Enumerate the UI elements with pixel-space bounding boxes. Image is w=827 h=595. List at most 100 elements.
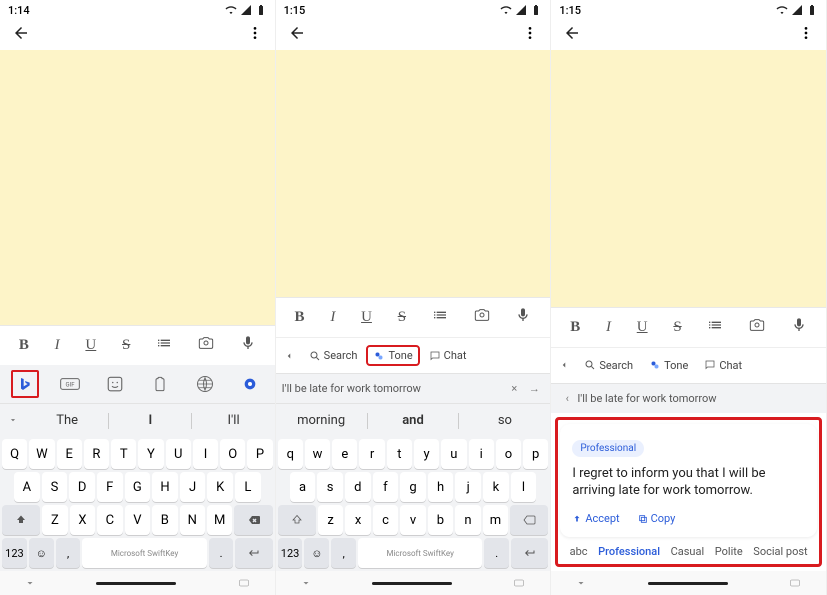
key-u[interactable]: u [441, 439, 466, 469]
key-q[interactable]: q [278, 439, 303, 469]
space-key[interactable]: Microsoft SwiftKey [358, 538, 482, 568]
underline-button[interactable]: U [85, 337, 96, 354]
key-l[interactable]: l [511, 472, 537, 502]
bing-input-back[interactable]: ‹ [557, 392, 577, 405]
emoji-key[interactable]: ☺ [304, 538, 329, 568]
suggestion-3[interactable]: I'll [192, 413, 274, 428]
more-button[interactable] [798, 25, 814, 45]
key-z[interactable]: Z [42, 505, 67, 535]
home-indicator[interactable] [96, 582, 176, 585]
chat-chip[interactable]: Chat [697, 355, 749, 376]
back-button[interactable] [288, 24, 306, 46]
bold-button[interactable]: B [570, 319, 580, 336]
bing-button[interactable] [4, 370, 45, 398]
home-indicator[interactable] [372, 582, 452, 585]
copy-button[interactable]: Copy [638, 512, 676, 525]
list-button[interactable] [432, 307, 448, 328]
backspace-key[interactable] [234, 505, 272, 535]
note-body[interactable] [276, 50, 551, 297]
mic-button[interactable] [240, 335, 256, 356]
period-key[interactable]: . [209, 538, 234, 568]
note-body[interactable] [551, 50, 826, 307]
key-f[interactable]: F [97, 472, 123, 502]
key-w[interactable]: W [29, 439, 54, 469]
more-button[interactable] [247, 25, 263, 45]
chevron-down-icon[interactable] [575, 577, 587, 589]
shift-key[interactable] [2, 505, 40, 535]
space-key[interactable]: Microsoft SwiftKey [82, 538, 206, 568]
key-i[interactable]: I [193, 439, 218, 469]
chevron-down-icon[interactable] [24, 577, 36, 589]
key-v[interactable]: v [400, 505, 425, 535]
key-j[interactable]: J [180, 472, 206, 502]
key-p[interactable]: P [247, 439, 272, 469]
italic-button[interactable]: I [330, 309, 335, 326]
translate-button[interactable] [184, 370, 225, 398]
key-x[interactable]: X [70, 505, 95, 535]
key-t[interactable]: t [387, 439, 412, 469]
key-s[interactable]: s [317, 472, 343, 502]
key-y[interactable]: Y [138, 439, 163, 469]
gif-button[interactable]: GIF [49, 370, 90, 398]
period-key[interactable]: . [484, 538, 509, 568]
suggestion-3[interactable]: so [459, 413, 550, 428]
comma-key[interactable]: , [331, 538, 356, 568]
keyboard-switch-icon[interactable] [237, 577, 251, 589]
key-n[interactable]: n [455, 505, 480, 535]
key-h[interactable]: H [152, 472, 178, 502]
key-r[interactable]: R [84, 439, 109, 469]
strike-button[interactable]: S [122, 337, 130, 354]
list-button[interactable] [707, 317, 723, 338]
bing-input-text[interactable]: I'll be late for work tomorrow [282, 382, 505, 395]
key-g[interactable]: G [125, 472, 151, 502]
key-w[interactable]: w [305, 439, 330, 469]
key-k[interactable]: K [207, 472, 233, 502]
key-e[interactable]: e [332, 439, 357, 469]
home-indicator[interactable] [648, 582, 728, 585]
key-a[interactable]: a [290, 472, 316, 502]
suggestion-close[interactable] [0, 413, 26, 429]
numeric-key[interactable]: 123 [2, 538, 27, 568]
mic-button[interactable] [791, 317, 807, 338]
key-c[interactable]: C [97, 505, 122, 535]
key-j[interactable]: j [455, 472, 481, 502]
key-v[interactable]: V [125, 505, 150, 535]
key-d[interactable]: D [69, 472, 95, 502]
search-chip[interactable]: Search [302, 345, 365, 366]
tone-tab-socialpost[interactable]: Social post [753, 545, 807, 558]
italic-button[interactable]: I [55, 337, 60, 354]
camera-button[interactable] [198, 335, 214, 356]
chip-prev[interactable] [553, 360, 575, 370]
key-f[interactable]: f [373, 472, 399, 502]
key-y[interactable]: y [414, 439, 439, 469]
italic-button[interactable]: I [606, 319, 611, 336]
suggestion-1[interactable]: morning [276, 413, 367, 428]
tone-tab-casual[interactable]: Casual [671, 545, 705, 558]
key-r[interactable]: r [359, 439, 384, 469]
chat-chip[interactable]: Chat [422, 345, 474, 366]
key-o[interactable]: O [220, 439, 245, 469]
back-button[interactable] [563, 24, 581, 46]
chip-prev[interactable] [278, 351, 300, 361]
key-h[interactable]: h [428, 472, 454, 502]
strike-button[interactable]: S [673, 319, 681, 336]
bold-button[interactable]: B [295, 309, 305, 326]
note-body[interactable] [0, 50, 275, 325]
key-x[interactable]: x [345, 505, 370, 535]
key-p[interactable]: p [523, 439, 548, 469]
bing-input-close[interactable]: × [504, 382, 524, 395]
key-b[interactable]: b [428, 505, 453, 535]
underline-button[interactable]: U [637, 319, 648, 336]
tone-tab-polite[interactable]: Polite [715, 545, 743, 558]
key-a[interactable]: A [14, 472, 40, 502]
location-button[interactable] [230, 370, 271, 398]
numeric-key[interactable]: 123 [278, 538, 303, 568]
clipboard-button[interactable] [139, 370, 180, 398]
suggestion-2[interactable]: I [109, 413, 191, 428]
tone-tab-abc[interactable]: abc [570, 545, 588, 558]
key-b[interactable]: B [152, 505, 177, 535]
key-l[interactable]: L [235, 472, 261, 502]
search-chip[interactable]: Search [577, 355, 640, 376]
key-m[interactable]: m [483, 505, 508, 535]
keyboard-switch-icon[interactable] [512, 577, 526, 589]
